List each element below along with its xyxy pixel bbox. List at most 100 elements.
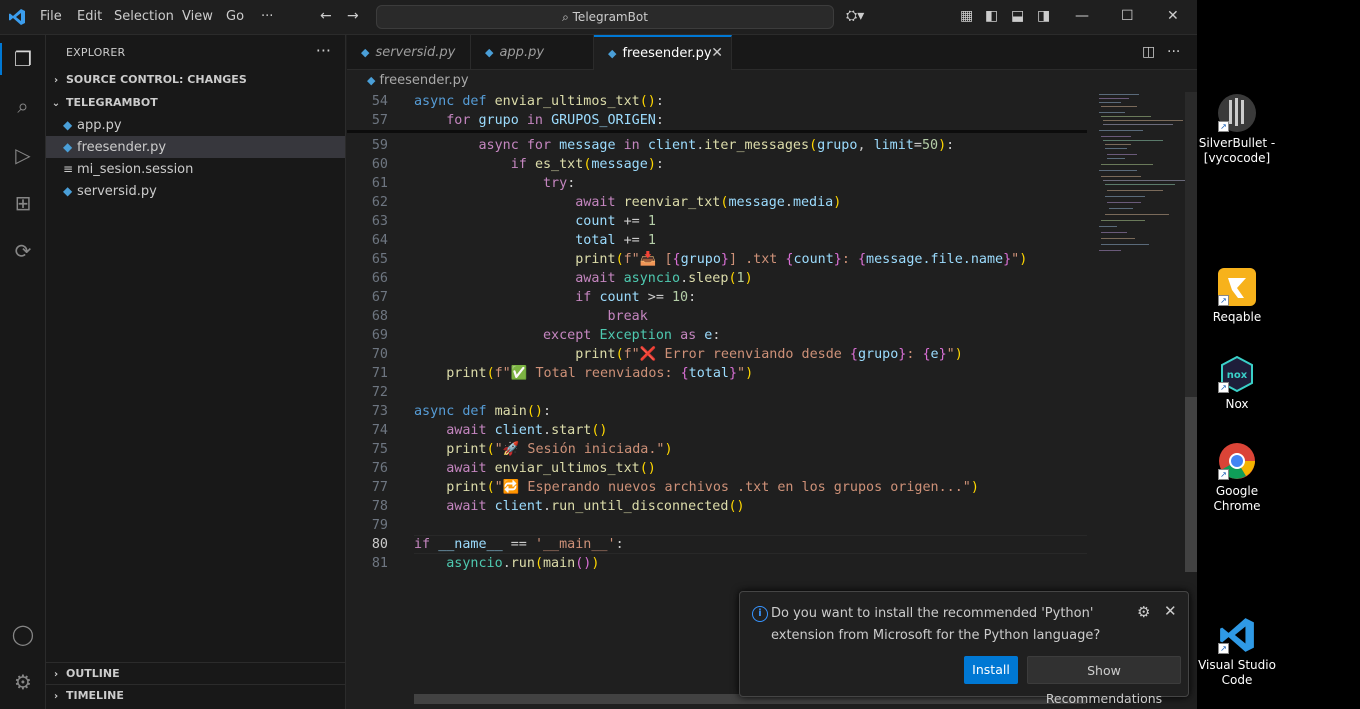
desktop-icon-reqable[interactable]: ↗ Reqable: [1197, 268, 1277, 325]
toggle-secondary-sidebar-icon[interactable]: ◨: [1037, 8, 1050, 24]
account-icon[interactable]: ◯: [10, 621, 36, 647]
toggle-panel-icon[interactable]: ⬓: [1011, 8, 1024, 24]
source-control-section[interactable]: › SOURCE CONTROL: CHANGES: [46, 69, 345, 91]
chevron-right-icon: ›: [53, 669, 59, 680]
tab-freesender[interactable]: ◆ freesender.py ✕: [594, 35, 732, 70]
notification-message: Do you want to install the recommended '…: [771, 606, 1101, 643]
menu-view[interactable]: View: [182, 9, 213, 24]
line-number: 75: [371, 442, 388, 457]
shortcut-arrow-icon: ↗: [1218, 469, 1229, 480]
project-label: TELEGRAMBOT: [66, 96, 158, 109]
tab-app[interactable]: ◆ app.py: [471, 35, 594, 70]
line-number: 69: [371, 328, 388, 343]
menu-more[interactable]: ···: [261, 9, 273, 24]
search-icon[interactable]: ⌕: [10, 93, 36, 119]
reqable-icon: ↗: [1218, 268, 1256, 306]
minimize-icon[interactable]: —: [1075, 8, 1089, 24]
code-line: 54 async def enviar_ultimos_txt():: [347, 92, 1087, 111]
menu-edit[interactable]: Edit: [77, 9, 102, 24]
code-line: 62 await reenviar_txt(message.media): [347, 193, 1087, 212]
code-line: 64 total += 1: [347, 231, 1087, 250]
desktop-icon-silverbullet[interactable]: ↗ SilverBullet - [vycocode]: [1197, 94, 1277, 166]
desktop-icon-label: SilverBullet - [vycocode]: [1198, 136, 1276, 165]
chevron-right-icon: ›: [53, 75, 59, 86]
close-tab-icon[interactable]: ✕: [711, 37, 723, 70]
code-line: 74 await client.start(): [347, 421, 1087, 440]
file-item-app[interactable]: ◆ app.py: [46, 114, 345, 136]
vertical-scrollbar-thumb[interactable]: [1185, 397, 1197, 572]
show-recommendations-button[interactable]: Show Recommendations: [1027, 656, 1181, 706]
code-line: 67 if count >= 10:: [347, 288, 1087, 307]
code-line: 57 for grupo in GRUPOS_ORIGEN:: [347, 111, 1087, 130]
more-actions-icon[interactable]: ···: [1167, 44, 1180, 60]
menu-file[interactable]: File: [40, 9, 62, 24]
back-arrow-icon[interactable]: ←: [320, 8, 332, 24]
file-item-serversid[interactable]: ◆ serversid.py: [46, 180, 345, 202]
svg-text:nox: nox: [1227, 370, 1248, 381]
code-line: 70 print(f"❌ Error reenviando desde {gru…: [347, 345, 1087, 364]
tab-serversid[interactable]: ◆ serversid.py: [347, 35, 471, 70]
copilot-icon[interactable]: ⛭▾: [846, 8, 864, 24]
minimap[interactable]: [1095, 92, 1189, 292]
line-number: 66: [371, 271, 388, 286]
extensions-icon[interactable]: ⊞: [10, 190, 36, 216]
vscode-icon: ↗: [1218, 616, 1256, 654]
line-number: 65: [371, 252, 388, 267]
command-center-label: TelegramBot: [572, 10, 648, 24]
line-number: 71: [371, 366, 388, 381]
line-number: 80: [371, 537, 388, 552]
file-label: freesender.py: [77, 140, 167, 155]
python-file-icon: ◆: [608, 47, 617, 60]
menu-go[interactable]: Go: [226, 9, 244, 24]
line-number: 63: [371, 214, 388, 229]
file-item-session[interactable]: ≡ mi_sesion.session: [46, 158, 345, 180]
breadcrumb[interactable]: ◆ freesender.py: [367, 73, 469, 88]
run-debug-icon[interactable]: ▷: [10, 142, 36, 168]
manage-gear-icon[interactable]: ⚙: [10, 669, 36, 695]
code-line: 59 async for message in client.iter_mess…: [347, 136, 1087, 155]
line-number: 79: [371, 518, 388, 533]
project-section[interactable]: ⌄ TELEGRAMBOT: [46, 92, 345, 114]
desktop-icon-label: Reqable: [1212, 310, 1262, 324]
tab-label: app.py: [499, 45, 545, 60]
code-line: 79: [347, 516, 1087, 535]
gear-icon[interactable]: ⚙: [1137, 603, 1150, 621]
file-item-freesender[interactable]: ◆ freesender.py: [46, 136, 345, 158]
menu-selection[interactable]: Selection: [114, 9, 174, 24]
customize-layout-icon[interactable]: ▦: [960, 8, 973, 24]
close-window-icon[interactable]: ✕: [1167, 8, 1179, 24]
desktop-icon-vscode[interactable]: ↗ Visual Studio Code: [1197, 616, 1277, 688]
remote-explorer-icon[interactable]: ⟳: [10, 238, 36, 264]
line-number: 59: [371, 138, 388, 153]
outline-label: OUTLINE: [66, 667, 120, 680]
line-number: 72: [371, 385, 388, 400]
chevron-right-icon: ›: [53, 691, 59, 702]
code-line: 72: [347, 383, 1087, 402]
install-button[interactable]: Install: [964, 656, 1018, 684]
maximize-icon[interactable]: ☐: [1121, 8, 1134, 24]
more-actions-icon[interactable]: ···: [316, 41, 331, 60]
explorer-icon[interactable]: ❐: [10, 46, 36, 72]
code-line: 78 await client.run_until_disconnected(): [347, 497, 1087, 516]
line-number: 57: [371, 113, 388, 128]
line-number: 74: [371, 423, 388, 438]
toggle-sidebar-icon[interactable]: ◧: [985, 8, 998, 24]
nox-icon: nox ↗: [1218, 355, 1256, 393]
close-icon[interactable]: ✕: [1164, 602, 1177, 620]
timeline-section[interactable]: › TIMELINE: [46, 684, 345, 706]
desktop-icon-nox[interactable]: nox ↗ Nox: [1197, 355, 1277, 412]
line-number: 60: [371, 157, 388, 172]
line-number: 78: [371, 499, 388, 514]
line-number: 54: [371, 94, 388, 109]
info-icon: i: [752, 606, 768, 622]
active-indicator: [0, 43, 2, 75]
code-editor[interactable]: 54 async def enviar_ultimos_txt(): 57 for…: [347, 92, 1087, 672]
desktop-icon-chrome[interactable]: ↗ Google Chrome: [1197, 442, 1277, 514]
silverbullet-icon: ↗: [1218, 94, 1256, 132]
code-line: 68 break: [347, 307, 1087, 326]
split-editor-icon[interactable]: ◫: [1142, 44, 1155, 60]
code-line: 81 asyncio.run(main()): [347, 554, 1087, 573]
outline-section[interactable]: › OUTLINE: [46, 662, 345, 684]
command-center-search[interactable]: ⌕ TelegramBot: [376, 5, 834, 29]
forward-arrow-icon[interactable]: →: [347, 8, 359, 24]
